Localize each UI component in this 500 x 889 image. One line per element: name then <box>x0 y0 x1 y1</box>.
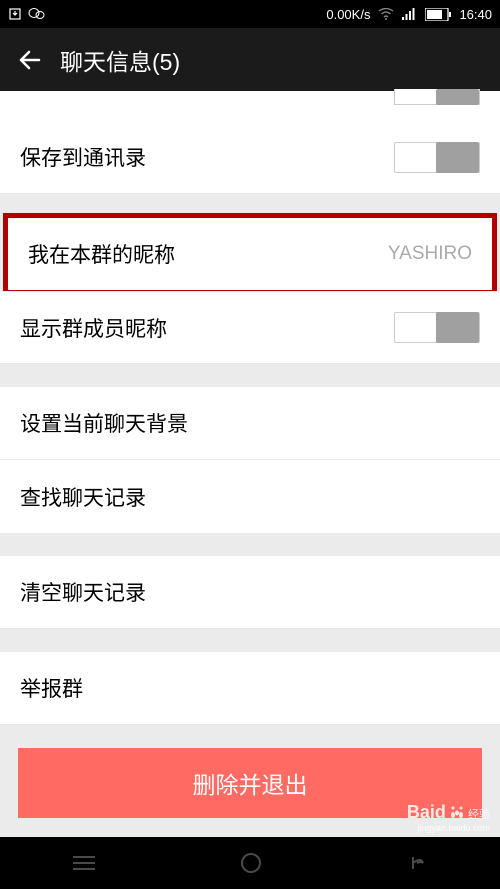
nav-back-icon[interactable] <box>407 853 427 873</box>
show-member-nick-label: 显示群成员昵称 <box>20 313 394 343</box>
save-to-contacts-label: 保存到通讯录 <box>20 142 394 172</box>
my-nickname-row[interactable]: 我在本群的昵称 YASHIRO <box>8 218 492 290</box>
download-icon <box>8 7 22 21</box>
nav-menu-icon[interactable] <box>73 855 95 871</box>
page-title: 聊天信息(5) <box>60 43 180 77</box>
watermark: Baid 经验 jingyan.baidu.com <box>407 802 490 833</box>
set-background-row[interactable]: 设置当前聊天背景 <box>0 387 500 460</box>
set-background-label: 设置当前聊天背景 <box>20 408 480 438</box>
header: 聊天信息(5) <box>0 28 500 91</box>
show-member-nick-toggle[interactable] <box>394 312 480 343</box>
battery-icon <box>425 8 451 21</box>
back-button[interactable] <box>14 44 46 76</box>
watermark-suffix: 经验 <box>468 809 490 821</box>
watermark-brand: Baid <box>407 802 446 822</box>
my-nickname-label: 我在本群的昵称 <box>28 239 388 269</box>
toggle-partial[interactable] <box>394 89 480 105</box>
wifi-icon <box>378 8 394 20</box>
status-time: 16:40 <box>459 7 492 22</box>
status-bar: 0.00K/s 16:40 <box>0 0 500 28</box>
wechat-icon <box>28 7 46 21</box>
delete-exit-label: 删除并退出 <box>193 766 308 800</box>
nav-home-icon[interactable] <box>240 852 262 874</box>
show-member-nick-row[interactable]: 显示群成员昵称 <box>0 291 500 364</box>
save-to-contacts-toggle[interactable] <box>394 142 480 173</box>
network-speed: 0.00K/s <box>326 7 370 22</box>
clear-history-label: 清空聊天记录 <box>20 577 480 607</box>
android-nav-bar <box>0 837 500 889</box>
clear-history-row[interactable]: 清空聊天记录 <box>0 556 500 629</box>
signal-icon <box>402 8 417 20</box>
watermark-url: jingyan.baidu.com <box>407 823 490 833</box>
report-group-label: 举报群 <box>20 673 480 703</box>
report-group-row[interactable]: 举报群 <box>0 652 500 725</box>
my-nickname-value: YASHIRO <box>388 243 472 265</box>
search-history-row[interactable]: 查找聊天记录 <box>0 460 500 533</box>
highlight-box: 我在本群的昵称 YASHIRO <box>3 213 497 295</box>
search-history-label: 查找聊天记录 <box>20 482 480 512</box>
partial-row-top <box>0 91 500 121</box>
save-to-contacts-row[interactable]: 保存到通讯录 <box>0 121 500 194</box>
